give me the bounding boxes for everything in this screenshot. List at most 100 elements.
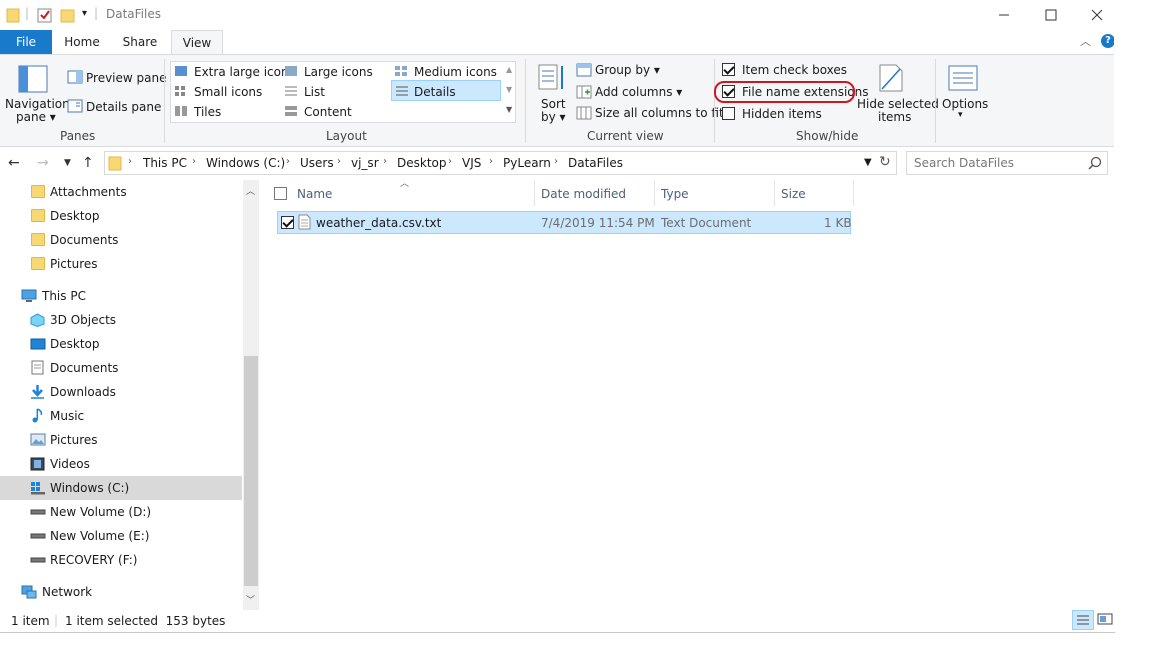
sidebar-item-downloads[interactable]: Downloads	[0, 380, 242, 404]
sidebar-item-windows-c[interactable]: Windows (C:)	[0, 476, 242, 500]
sidebar-item-documents[interactable]: Documents	[0, 228, 242, 252]
maximize-button[interactable]	[1028, 0, 1074, 30]
large-icons-option[interactable]: Large icons	[304, 65, 373, 79]
breadcrumb-separator-icon[interactable]: ›	[128, 156, 132, 167]
details-view-button[interactable]	[1072, 610, 1094, 630]
extra-large-icons-option[interactable]: Extra large icons	[194, 65, 295, 79]
hidden-items-checkbox[interactable]	[722, 107, 735, 120]
layout-scroll-up-icon[interactable]: ▲	[506, 65, 512, 74]
quick-access-dropdown-icon[interactable]: ▾	[82, 8, 87, 19]
hide-selected-items-button[interactable]: Hide selected	[857, 97, 939, 111]
column-divider[interactable]	[853, 180, 854, 206]
search-input[interactable]: Search DataFiles	[914, 156, 1014, 170]
back-arrow-icon[interactable]: ←	[8, 155, 20, 171]
minimize-button[interactable]	[981, 0, 1027, 30]
sidebar-scrollbar-thumb[interactable]	[244, 356, 258, 586]
breadcrumb-windows-c[interactable]: Windows (C:)	[206, 156, 285, 170]
size-all-columns-button[interactable]: Size all columns to fit	[595, 106, 724, 120]
help-icon[interactable]: ?	[1101, 34, 1115, 48]
column-divider[interactable]	[534, 180, 535, 206]
breadcrumb-desktop[interactable]: Desktop	[397, 156, 447, 170]
layout-scroll-down-icon[interactable]: ▼	[506, 85, 512, 94]
column-header-name[interactable]: Name	[297, 187, 332, 201]
sidebar-item-this-pc[interactable]: This PC	[0, 284, 242, 308]
column-header-type[interactable]: Type	[661, 187, 689, 201]
breadcrumb-this-pc[interactable]: This PC	[143, 156, 187, 170]
sidebar-item-new-volume-e[interactable]: New Volume (E:)	[0, 524, 242, 548]
options-button[interactable]: Options	[942, 97, 988, 111]
sort-by-dropdown[interactable]: by ▾	[541, 110, 566, 124]
sidebar-item-pictures-pc[interactable]: Pictures	[0, 428, 242, 452]
breadcrumb-separator-icon[interactable]: ›	[489, 156, 493, 167]
navigation-pane-dropdown[interactable]: pane ▾	[16, 110, 56, 124]
details-option[interactable]: Details	[414, 85, 456, 99]
preview-pane-button[interactable]: Preview pane	[86, 71, 166, 85]
sidebar-item-attachments[interactable]: Attachments	[0, 180, 242, 204]
sidebar-item-network[interactable]: Network	[0, 580, 242, 604]
folder-icon	[6, 8, 20, 23]
scroll-down-icon[interactable]: ﹀	[246, 593, 255, 606]
tiles-option[interactable]: Tiles	[194, 105, 221, 119]
add-columns-button[interactable]: Add columns ▾	[595, 85, 682, 99]
group-by-button[interactable]: Group by ▾	[595, 63, 660, 77]
tab-file[interactable]: File	[0, 30, 52, 54]
sidebar-item-music[interactable]: Music	[0, 404, 242, 428]
breadcrumb-vj-sr[interactable]: vj_sr	[351, 156, 379, 170]
computer-icon	[21, 289, 37, 302]
breadcrumb-datafiles[interactable]: DataFiles	[568, 156, 623, 170]
navigation-pane-button[interactable]: Navigation	[5, 97, 70, 111]
list-option[interactable]: List	[304, 85, 325, 99]
breadcrumb-separator-icon[interactable]: ›	[337, 156, 341, 167]
sidebar-item-new-volume-d[interactable]: New Volume (D:)	[0, 500, 242, 524]
forward-arrow-icon[interactable]: →	[37, 155, 49, 171]
new-folder-icon[interactable]	[60, 7, 76, 23]
breadcrumb-users[interactable]: Users	[300, 156, 334, 170]
breadcrumb-separator-icon[interactable]: ›	[286, 156, 290, 167]
breadcrumb-separator-icon[interactable]: ›	[554, 156, 558, 167]
breadcrumb-vjs[interactable]: VJS	[462, 156, 481, 170]
row-checkbox[interactable]	[281, 216, 294, 229]
column-divider[interactable]	[774, 180, 775, 206]
breadcrumb-pylearn[interactable]: PyLearn	[503, 156, 551, 170]
sidebar-item-desktop-pc[interactable]: Desktop	[0, 332, 242, 356]
sidebar-item-pictures[interactable]: Pictures	[0, 252, 242, 276]
sidebar-item-recovery-f[interactable]: RECOVERY (F:)	[0, 548, 242, 572]
add-columns-icon	[576, 85, 592, 99]
details-view-icon	[1077, 615, 1089, 625]
properties-icon[interactable]	[37, 7, 53, 23]
recent-locations-icon[interactable]: ▼	[64, 158, 71, 168]
breadcrumb-separator-icon[interactable]: ›	[448, 156, 452, 167]
tab-share[interactable]: Share	[114, 30, 166, 54]
scroll-up-icon[interactable]: ︿	[246, 184, 255, 197]
options-dropdown-icon[interactable]: ▾	[958, 110, 963, 120]
details-pane-button[interactable]: Details pane	[86, 100, 161, 114]
tab-home[interactable]: Home	[57, 30, 107, 54]
content-option[interactable]: Content	[304, 105, 352, 119]
sort-by-button[interactable]: Sort	[541, 97, 566, 111]
sidebar-item-documents-pc[interactable]: Documents	[0, 356, 242, 380]
layout-expand-icon[interactable]: ▼	[506, 105, 512, 114]
group-by-icon	[576, 63, 592, 77]
separator: |	[94, 6, 99, 20]
address-dropdown-icon[interactable]: ▼	[864, 157, 872, 168]
refresh-icon[interactable]: ↻	[879, 154, 891, 170]
sidebar-item-3d-objects[interactable]: 3D Objects	[0, 308, 242, 332]
item-check-boxes-checkbox[interactable]	[722, 63, 735, 76]
sidebar-item-desktop[interactable]: Desktop	[0, 204, 242, 228]
column-divider[interactable]	[654, 180, 655, 206]
up-arrow-icon[interactable]: ↑	[82, 155, 94, 171]
file-name[interactable]: weather_data.csv.txt	[316, 216, 441, 230]
panes-group-label: Panes	[60, 129, 96, 143]
sidebar-item-videos[interactable]: Videos	[0, 452, 242, 476]
column-header-date-modified[interactable]: Date modified	[541, 187, 626, 201]
search-icon[interactable]	[1088, 156, 1102, 170]
select-all-checkbox[interactable]	[274, 187, 287, 200]
collapse-ribbon-icon[interactable]: ︿	[1080, 33, 1091, 49]
small-icons-option[interactable]: Small icons	[194, 85, 262, 99]
medium-icons-option[interactable]: Medium icons	[414, 65, 497, 79]
tab-view[interactable]: View	[171, 30, 223, 55]
breadcrumb-separator-icon[interactable]: ›	[192, 156, 196, 167]
breadcrumb-separator-icon[interactable]: ›	[383, 156, 387, 167]
hide-selected-items-button-line2[interactable]: items	[878, 110, 911, 124]
column-header-size[interactable]: Size	[781, 187, 806, 201]
